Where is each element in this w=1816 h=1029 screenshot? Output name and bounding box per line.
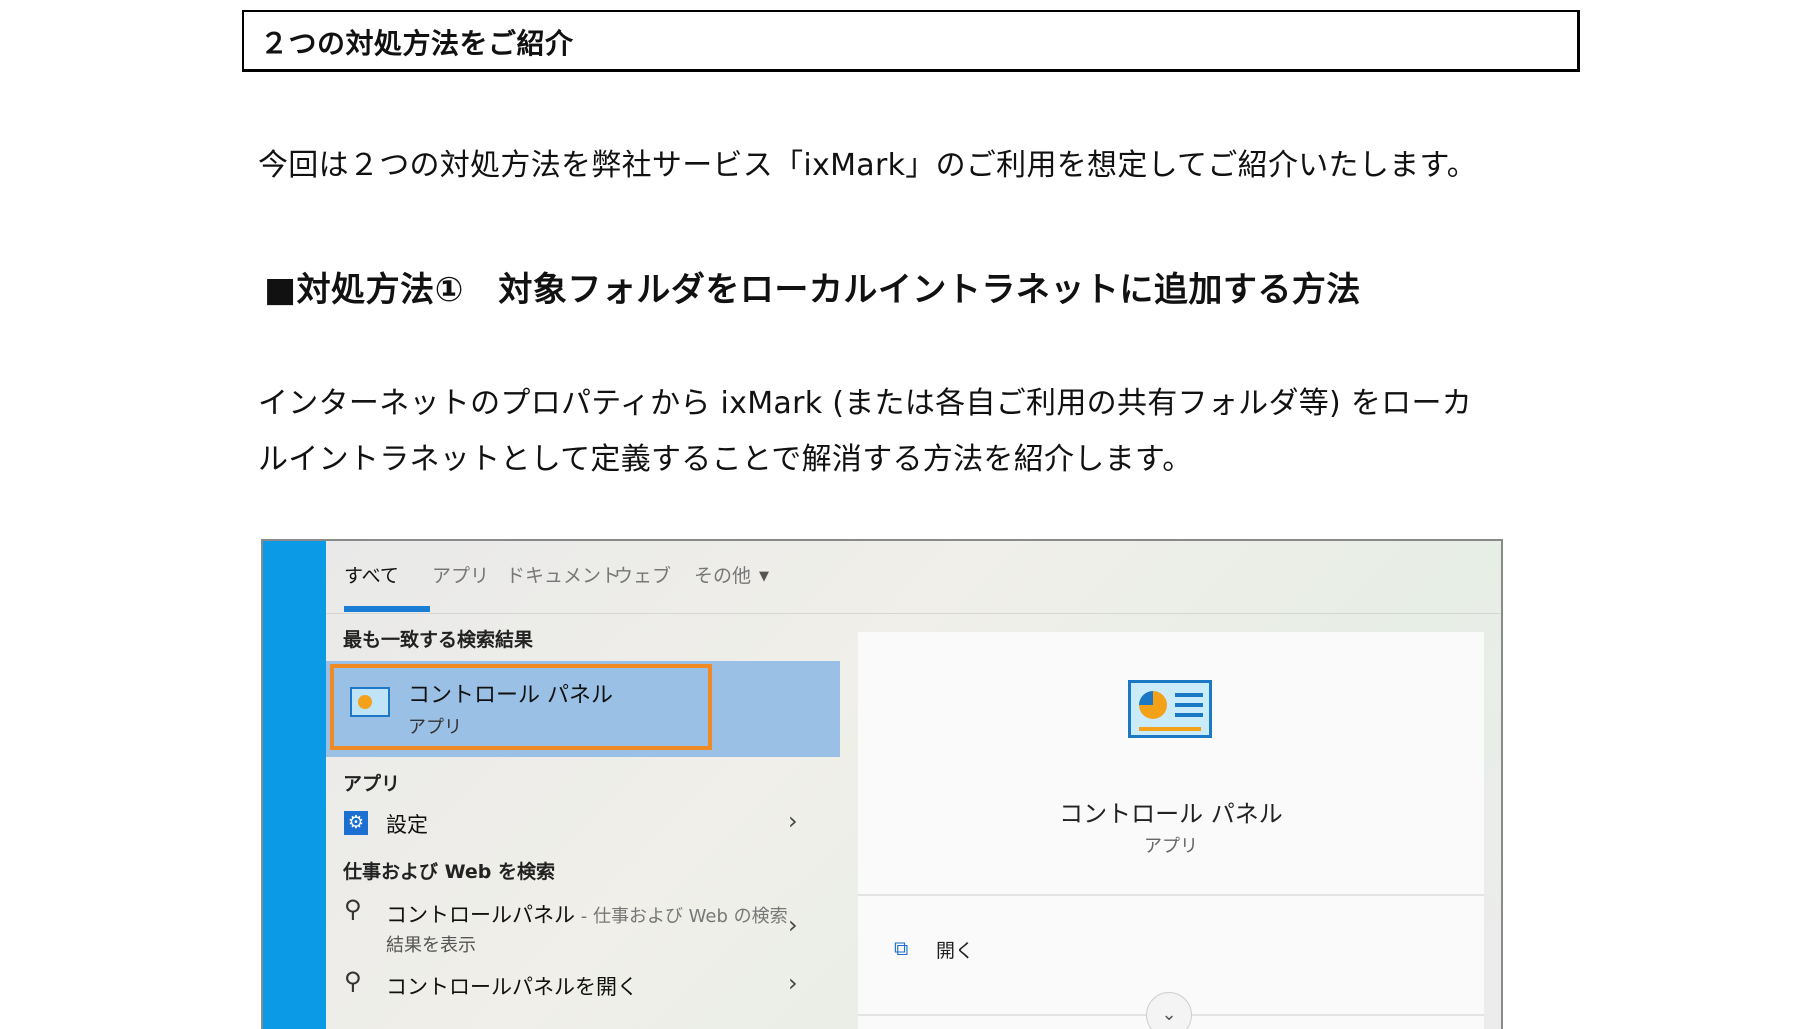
doc-heading-box: ２つの対処方法をご紹介 <box>242 10 1580 72</box>
chevron-right-icon: › <box>788 807 798 835</box>
best-match-label: 最も一致する検索結果 <box>343 629 534 651</box>
best-match-title: コントロール パネル <box>408 683 613 708</box>
search-panel: すべて アプリ ドキュメント ウェブ その他▼ S ··· ✕ 最も一致する検索… <box>326 541 1501 1029</box>
tab-apps[interactable]: アプリ <box>432 561 489 588</box>
tab-documents[interactable]: ドキュメント <box>506 561 620 588</box>
best-match-subtitle: アプリ <box>408 717 462 738</box>
open-control-panel-item[interactable]: ⚲ コントロールパネルを開く › <box>326 965 840 1009</box>
web-result-title-text: コントロールパネル <box>386 903 575 927</box>
web-result-item[interactable]: ⚲ コントロールパネル - 仕事および Web の検索 結果を表示 › <box>326 893 840 963</box>
web-result-title: コントロールパネル - 仕事および Web の検索 <box>386 899 788 929</box>
control-panel-icon <box>350 687 390 717</box>
web-result-sub: 結果を表示 <box>386 935 476 956</box>
control-panel-icon <box>1128 680 1212 738</box>
settings-item[interactable]: ⚙ 設定 › <box>326 803 840 847</box>
chevron-right-icon: › <box>788 911 798 939</box>
best-match-item[interactable]: コントロール パネル アプリ <box>326 661 840 757</box>
doc-heading: ２つの対処方法をご紹介 <box>260 27 574 60</box>
open-control-panel-label: コントロールパネルを開く <box>386 975 638 999</box>
search-tabs: すべて アプリ ドキュメント ウェブ その他▼ S ··· ✕ <box>326 541 1501 614</box>
divider <box>858 894 1484 896</box>
tab-web[interactable]: ウェブ <box>614 561 671 588</box>
tab-more-label: その他 <box>694 565 752 587</box>
open-external-icon[interactable]: ⧉ <box>894 936 908 960</box>
paragraph-line-1: インターネットのプロパティから ixMark (または各自ご利用の共有フォルダ等… <box>258 386 1473 421</box>
tab-all[interactable]: すべて <box>344 561 399 588</box>
gear-icon: ⚙ <box>344 811 368 835</box>
search-icon: ⚲ <box>344 895 362 923</box>
paragraph-line-2: ルイントラネットとして定義することで解消する方法を紹介します。 <box>258 442 1193 477</box>
intro-text: 今回は２つの対処方法を弊社サービス「ixMark」のご利用を想定してご紹介いたし… <box>258 148 1478 183</box>
results-list: 最も一致する検索結果 コントロール パネル アプリ アプリ ⚙ 設定 › 仕事お… <box>326 613 840 1029</box>
expand-chevron-icon[interactable]: ⌄ <box>1146 992 1192 1029</box>
section-title: ■対処方法① 対象フォルダをローカルイントラネットに追加する方法 <box>264 270 1361 310</box>
open-action[interactable]: 開く <box>936 936 974 963</box>
web-result-suffix: - 仕事および Web の検索 <box>575 906 788 927</box>
active-tab-indicator <box>344 606 430 612</box>
start-strip <box>263 541 326 1029</box>
chevron-right-icon: › <box>788 969 798 997</box>
preview-subtitle: アプリ <box>1144 836 1198 857</box>
web-search-label: 仕事および Web を検索 <box>343 861 555 883</box>
preview-title: コントロール パネル <box>1059 800 1283 828</box>
apps-label: アプリ <box>343 773 401 795</box>
preview-card: コントロール パネル アプリ ⧉ 開く ⌄ <box>858 632 1484 1029</box>
settings-label: 設定 <box>386 813 428 837</box>
chevron-down-icon: ▼ <box>759 569 770 584</box>
windows-search-screenshot: すべて アプリ ドキュメント ウェブ その他▼ S ··· ✕ 最も一致する検索… <box>261 539 1503 1029</box>
search-icon: ⚲ <box>344 967 362 995</box>
description-paragraph: インターネットのプロパティから ixMark (または各自ご利用の共有フォルダ等… <box>258 376 1558 488</box>
tab-more[interactable]: その他 ▼ <box>694 561 769 588</box>
